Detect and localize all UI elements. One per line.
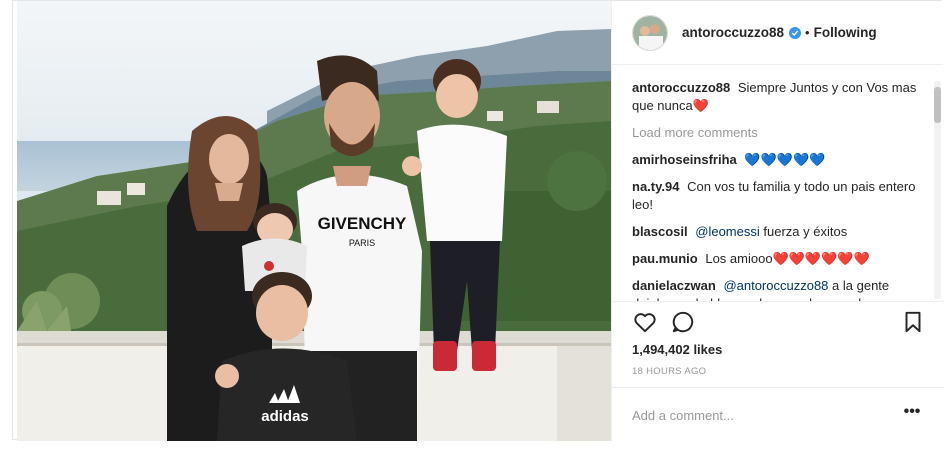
comment-item: amirhoseinsfriha 💙💙💙💙💙: [632, 151, 922, 169]
comment-username[interactable]: pau.munio: [632, 251, 698, 266]
instagram-post-frame: GIVENCHY PARIS adidas antoroccuzzo88 • F…: [12, 0, 944, 441]
heart-icon[interactable]: [632, 309, 658, 335]
comment-text: fuerza y éxitos: [763, 224, 848, 239]
bookmark-icon[interactable]: [900, 309, 926, 335]
comment-username[interactable]: danielaczwan: [632, 278, 716, 293]
likes-count[interactable]: 1,494,402 likes: [632, 342, 722, 357]
comment-item: na.ty.94 Con vos tu familia y todo un pa…: [632, 178, 922, 214]
comment-username[interactable]: blascosil: [632, 224, 688, 239]
comment-text: 💙💙💙💙💙: [744, 152, 826, 167]
scrollbar-thumb[interactable]: [934, 87, 941, 123]
add-comment-bar: •••: [612, 387, 944, 441]
post-photo[interactable]: GIVENCHY PARIS adidas: [17, 1, 611, 441]
comment-item: blascosil @leomessi fuerza y éxitos: [632, 223, 922, 241]
post-header: antoroccuzzo88 • Following: [612, 1, 943, 65]
following-button[interactable]: Following: [814, 25, 877, 40]
caption: antoroccuzzo88 Siempre Juntos y con Vos …: [632, 79, 922, 115]
comment-item: pau.munio Los amiooo❤️❤️❤️❤️❤️❤️: [632, 250, 922, 268]
post-timestamp[interactable]: 18 HOURS AGO: [632, 366, 706, 377]
post-side-panel: antoroccuzzo88 • Following antoroccuzzo8…: [611, 1, 944, 441]
post-actions-bar: [612, 301, 944, 341]
comment-icon[interactable]: [670, 309, 696, 335]
comments-list[interactable]: antoroccuzzo88 Siempre Juntos y con Vos …: [632, 79, 922, 301]
comment-item: danielaczwan @antoroccuzzo88 a la gente …: [632, 277, 922, 301]
caption-username[interactable]: antoroccuzzo88: [632, 80, 730, 95]
family-photo-illustration: GIVENCHY PARIS adidas: [17, 1, 611, 441]
comment-username[interactable]: amirhoseinsfriha: [632, 152, 737, 167]
comment-mention[interactable]: @leomessi: [695, 224, 760, 239]
shirt-print-text: GIVENCHY: [318, 214, 407, 233]
shirt-print-subtext: PARIS: [349, 238, 375, 248]
kid-shirt-print-text: adidas: [261, 408, 309, 425]
author-avatar[interactable]: [632, 14, 668, 51]
verified-icon: [789, 26, 802, 39]
comment-username[interactable]: na.ty.94: [632, 179, 679, 194]
more-options-icon[interactable]: •••: [902, 404, 922, 424]
comment-mention[interactable]: @antoroccuzzo88: [723, 278, 828, 293]
comments-scrollbar[interactable]: [934, 81, 941, 299]
add-comment-input[interactable]: [632, 406, 882, 424]
caption-emoji: ❤️: [692, 98, 709, 113]
comment-text: Los amiooo❤️❤️❤️❤️❤️❤️: [705, 251, 870, 266]
load-more-comments-button[interactable]: Load more comments: [632, 124, 922, 142]
header-separator: •: [805, 25, 810, 40]
author-username[interactable]: antoroccuzzo88: [682, 25, 784, 40]
